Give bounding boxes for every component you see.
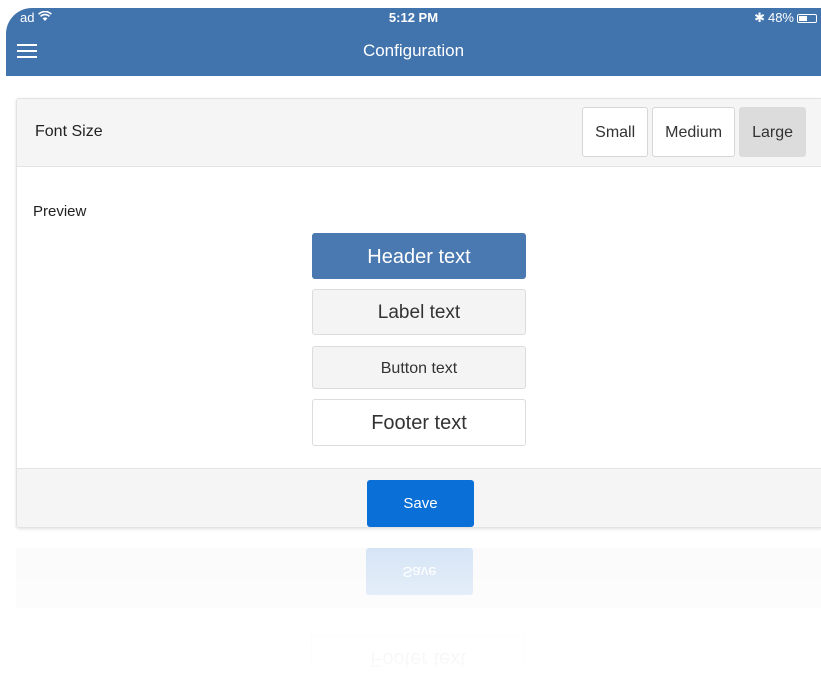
preview-label: Preview [33, 203, 87, 220]
font-size-header: Font Size Small Medium Large [17, 99, 821, 167]
font-size-segmented-control: Small Medium Large [582, 107, 806, 157]
screen-reflection: Save Footer text [16, 548, 821, 673]
font-size-label: Font Size [35, 123, 103, 140]
status-time: 5:12 PM [388, 10, 439, 25]
battery-icon [797, 13, 817, 23]
bluetooth-icon: ✱ [754, 10, 765, 25]
save-button[interactable]: Save [367, 480, 474, 527]
top-bar: ad 5:12 PM ✱ 48% Configuration [6, 8, 821, 76]
preview-button-text: Button text [312, 346, 526, 389]
font-size-medium-button[interactable]: Medium [652, 107, 736, 157]
status-right: ✱ 48% [754, 8, 817, 28]
font-size-large-button[interactable]: Large [739, 107, 806, 157]
reflection-fade [16, 548, 821, 673]
preview-header-text: Header text [312, 233, 526, 279]
card-footer: Save [17, 468, 821, 527]
preview-label-text: Label text [312, 289, 526, 335]
preview-footer-text: Footer text [312, 399, 526, 446]
configuration-card: Font Size Small Medium Large Preview Hea… [16, 98, 821, 528]
status-bar: ad 5:12 PM ✱ 48% [6, 8, 821, 28]
device-screen: ad 5:12 PM ✱ 48% Configuration Font Size… [6, 8, 821, 673]
page-title: Configuration [362, 41, 465, 60]
battery-percent: 48% [767, 10, 794, 25]
nav-bar: Configuration [6, 28, 821, 76]
font-size-small-button[interactable]: Small [582, 107, 649, 157]
